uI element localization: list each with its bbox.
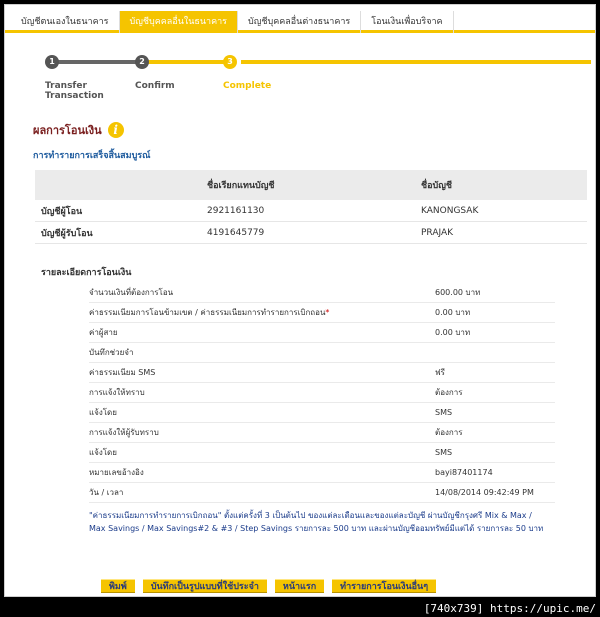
print-button[interactable]: พิมพ์ xyxy=(101,579,135,593)
account-number: 2921161130 xyxy=(207,205,265,216)
detail-value: SMS xyxy=(435,408,453,417)
detail-value: 0.00 บาท xyxy=(435,308,471,317)
step-connector xyxy=(241,60,591,64)
details-title: รายละเอียดการโอนเงิน xyxy=(41,268,132,278)
account-type-label: บัญชีผู้รับโอน xyxy=(41,228,93,239)
account-type-tabs: บัญชีตนเองในธนาคาร บัญชีบุคคลอื่นในธนาคา… xyxy=(5,11,595,33)
detail-label: การแจ้งให้ผู้รับทราบ xyxy=(89,428,159,437)
watermark: [740x739] https://upic.me/ xyxy=(423,602,596,615)
step-2-label: Confirm xyxy=(135,81,175,91)
fee-note: "ค่าธรรมเนียมการทำรายการเบิกถอน" ตั้งแต่… xyxy=(89,511,544,533)
detail-label: ค่าผู้สาย xyxy=(89,328,118,337)
step-1-marker: 1 xyxy=(45,55,59,69)
detail-label: หมายเลขอ้างอิง xyxy=(89,468,144,477)
details-list: จำนวนเงินที่ต้องการโอน 600.00 บาท ค่าธรรม… xyxy=(89,283,555,503)
result-title-text: ผลการโอนเงิน xyxy=(33,124,102,137)
detail-value: ต้องการ xyxy=(435,388,463,397)
tab-donation[interactable]: โอนเงินเพื่อบริจาค xyxy=(361,11,454,33)
save-template-button[interactable]: บันทึกเป็นรูปแบบที่ใช้ประจำ xyxy=(142,579,267,593)
detail-label: บันทึกช่วยจำ xyxy=(89,348,134,357)
detail-row: การแจ้งให้ผู้รับทราบ ต้องการ xyxy=(89,423,555,443)
table-header: ชื่อเรียกแทนบัญชี ชื่อบัญชี xyxy=(35,170,587,200)
detail-label: แจ้งโดย xyxy=(89,448,117,457)
detail-row: แจ้งโดย SMS xyxy=(89,443,555,463)
table-row: บัญชีผู้รับโอน 4191645779 PRAJAK xyxy=(35,222,587,244)
tab-other-bank-account[interactable]: บัญชีบุคคลอื่นต่างธนาคาร xyxy=(238,11,362,33)
detail-value: SMS xyxy=(435,448,453,457)
page-title: ผลการโอนเงิน i xyxy=(33,121,124,139)
detail-label: การแจ้งให้ทราบ xyxy=(89,388,145,397)
account-name: PRAJAK xyxy=(421,227,454,238)
step-connector xyxy=(147,60,235,64)
step-3-marker: 3 xyxy=(223,55,237,69)
detail-value: 0.00 บาท xyxy=(435,328,471,337)
tab-other-account-same-bank[interactable]: บัญชีบุคคลอื่นในธนาคาร xyxy=(119,11,239,33)
step-3-label: Complete xyxy=(223,81,272,91)
detail-label: จำนวนเงินที่ต้องการโอน xyxy=(89,288,174,297)
step-2-marker: 2 xyxy=(135,55,149,69)
detail-label: วัน / เวลา xyxy=(89,488,124,497)
account-name: KANONGSAK xyxy=(421,205,479,216)
account-number: 4191645779 xyxy=(207,227,265,238)
detail-value: ต้องการ xyxy=(435,428,463,437)
account-type-label: บัญชีผู้โอน xyxy=(41,206,83,217)
detail-value: 600.00 บาท xyxy=(435,288,481,297)
status-message: การทำรายการเสร็จสิ้นสมบูรณ์ xyxy=(33,151,151,161)
new-transfer-button[interactable]: ทำรายการโอนเงินอื่นๆ xyxy=(332,579,437,593)
detail-row: ค่าธรรมเนียม SMS ฟรี xyxy=(89,363,555,383)
detail-row: แจ้งโดย SMS xyxy=(89,403,555,423)
transfer-result-page: บัญชีตนเองในธนาคาร บัญชีบุคคลอื่นในธนาคา… xyxy=(4,4,596,597)
detail-row: การแจ้งให้ทราบ ต้องการ xyxy=(89,383,555,403)
detail-value: bayi87401174 xyxy=(435,468,493,477)
info-icon[interactable]: i xyxy=(107,122,124,138)
home-button[interactable]: หน้าแรก xyxy=(274,579,325,593)
progress-steps: 1 2 3 Transfer Transaction Confirm Compl… xyxy=(5,55,595,115)
detail-row: ค่าธรรมเนียมการโอนข้ามเขต / ค่าธรรมเนียม… xyxy=(89,303,555,323)
detail-label: ค่าธรรมเนียม SMS xyxy=(89,368,156,377)
header-cell-account-name: ชื่อบัญชี xyxy=(421,181,453,191)
detail-row: ค่าผู้สาย 0.00 บาท xyxy=(89,323,555,343)
step-1-label: Transfer Transaction xyxy=(45,81,104,101)
detail-label: แจ้งโดย xyxy=(89,408,117,417)
detail-label: ค่าธรรมเนียมการโอนข้ามเขต / ค่าธรรมเนียม… xyxy=(89,308,330,317)
detail-row: หมายเลขอ้างอิง bayi87401174 xyxy=(89,463,555,483)
detail-row: จำนวนเงินที่ต้องการโอน 600.00 บาท xyxy=(89,283,555,303)
step-connector xyxy=(53,60,141,64)
detail-value: 14/08/2014 09:42:49 PM xyxy=(435,488,534,497)
detail-value: ฟรี xyxy=(435,368,445,377)
action-buttons: พิมพ์ บันทึกเป็นรูปแบบที่ใช้ประจำ หน้าแร… xyxy=(101,579,437,593)
detail-row: บันทึกช่วยจำ xyxy=(89,343,555,363)
header-cell-account-alias: ชื่อเรียกแทนบัญชี xyxy=(207,181,275,191)
account-table: ชื่อเรียกแทนบัญชี ชื่อบัญชี บัญชีผู้โอน … xyxy=(35,170,587,244)
tab-own-account[interactable]: บัญชีตนเองในธนาคาร xyxy=(11,11,120,33)
detail-row: วัน / เวลา 14/08/2014 09:42:49 PM xyxy=(89,483,555,503)
required-mark: * xyxy=(325,308,330,317)
table-row: บัญชีผู้โอน 2921161130 KANONGSAK xyxy=(35,200,587,222)
